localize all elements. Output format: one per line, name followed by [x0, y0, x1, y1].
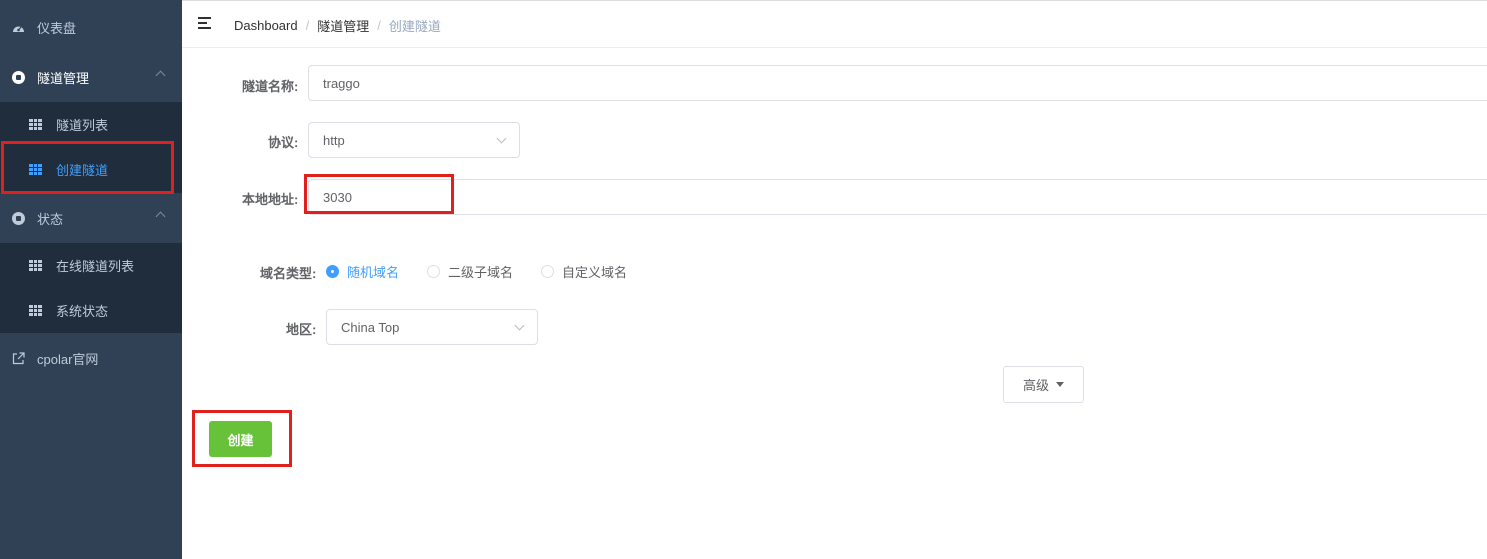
tunnel-submenu: 隧道列表 创建隧道	[0, 102, 182, 193]
radio-subdomain[interactable]: 二级子域名	[427, 262, 513, 281]
tunnel-name-label: 隧道名称:	[242, 79, 299, 94]
domain-type-label: 域名类型:	[260, 266, 317, 281]
protocol-select[interactable]: http	[308, 122, 520, 158]
sidebar-item-status[interactable]: 状态	[0, 193, 182, 243]
table-icon	[29, 163, 42, 176]
sidebar-item-label: 仪表盘	[37, 20, 77, 36]
table-icon	[29, 259, 42, 272]
table-icon	[29, 304, 42, 317]
sidebar-item-tunnel-list[interactable]: 隧道列表	[0, 102, 182, 147]
table-icon	[29, 118, 42, 131]
external-link-icon	[11, 351, 25, 365]
sidebar-item-dashboard[interactable]: 仪表盘	[0, 2, 182, 52]
sidebar-item-create-tunnel[interactable]: 创建隧道	[0, 147, 182, 192]
tunnel-name-input[interactable]: traggo	[308, 65, 1487, 101]
radio-custom-domain[interactable]: 自定义域名	[541, 262, 627, 281]
local-address-label: 本地地址:	[242, 192, 299, 207]
top-navbar: Dashboard / 隧道管理 / 创建隧道	[182, 0, 1487, 48]
local-address-input[interactable]: 3030	[308, 179, 1487, 215]
sidebar-item-label: 隧道管理	[37, 70, 90, 86]
status-submenu: 在线隧道列表 系统状态	[0, 243, 182, 333]
sidebar-item-label: cpolar官网	[37, 351, 99, 367]
protocol-label: 协议:	[268, 135, 299, 150]
create-button[interactable]: 创建	[209, 421, 272, 457]
tunnel-mgmt-icon	[11, 70, 25, 84]
sidebar-item-label: 状态	[37, 211, 64, 227]
sidebar-item-label: 创建隧道	[56, 163, 109, 178]
sidebar-item-label: 在线隧道列表	[56, 259, 135, 274]
sidebar: 仪表盘 隧道管理 隧道列表 创建隧道 状态 在线隧道列表 系统状态 cpolar…	[0, 0, 182, 559]
chevron-up-icon	[155, 211, 166, 222]
status-icon	[11, 211, 25, 225]
breadcrumb-item-current: 创建隧道	[388, 19, 441, 34]
radio-random-domain[interactable]: 随机域名	[326, 262, 399, 281]
dashboard-icon	[11, 20, 25, 34]
breadcrumb-item[interactable]: 隧道管理	[317, 16, 369, 35]
caret-down-icon	[1056, 382, 1064, 387]
region-label: 地区:	[286, 322, 317, 337]
radio-checked-icon	[326, 265, 339, 278]
sidebar-item-cpolar-site[interactable]: cpolar官网	[0, 333, 182, 383]
chevron-down-icon	[514, 320, 525, 331]
radio-unchecked-icon	[427, 265, 441, 278]
sidebar-item-tunnel-mgmt[interactable]: 隧道管理	[0, 52, 182, 102]
chevron-up-icon	[155, 70, 166, 81]
hamburger-icon[interactable]	[198, 17, 213, 29]
sidebar-item-online-tunnels[interactable]: 在线隧道列表	[0, 243, 182, 288]
breadcrumb-item[interactable]: Dashboard	[234, 18, 298, 33]
region-select[interactable]: China Top	[326, 309, 538, 345]
sidebar-item-label: 系统状态	[56, 304, 109, 319]
chevron-down-icon	[496, 133, 507, 144]
sidebar-item-system-status[interactable]: 系统状态	[0, 288, 182, 333]
advanced-dropdown-button[interactable]: 高级	[1003, 366, 1084, 403]
radio-unchecked-icon	[541, 265, 555, 278]
domain-type-radio-group: 随机域名 二级子域名 自定义域名	[326, 262, 655, 281]
sidebar-item-label: 隧道列表	[56, 118, 109, 133]
breadcrumb: Dashboard / 隧道管理 / 创建隧道	[234, 16, 441, 35]
